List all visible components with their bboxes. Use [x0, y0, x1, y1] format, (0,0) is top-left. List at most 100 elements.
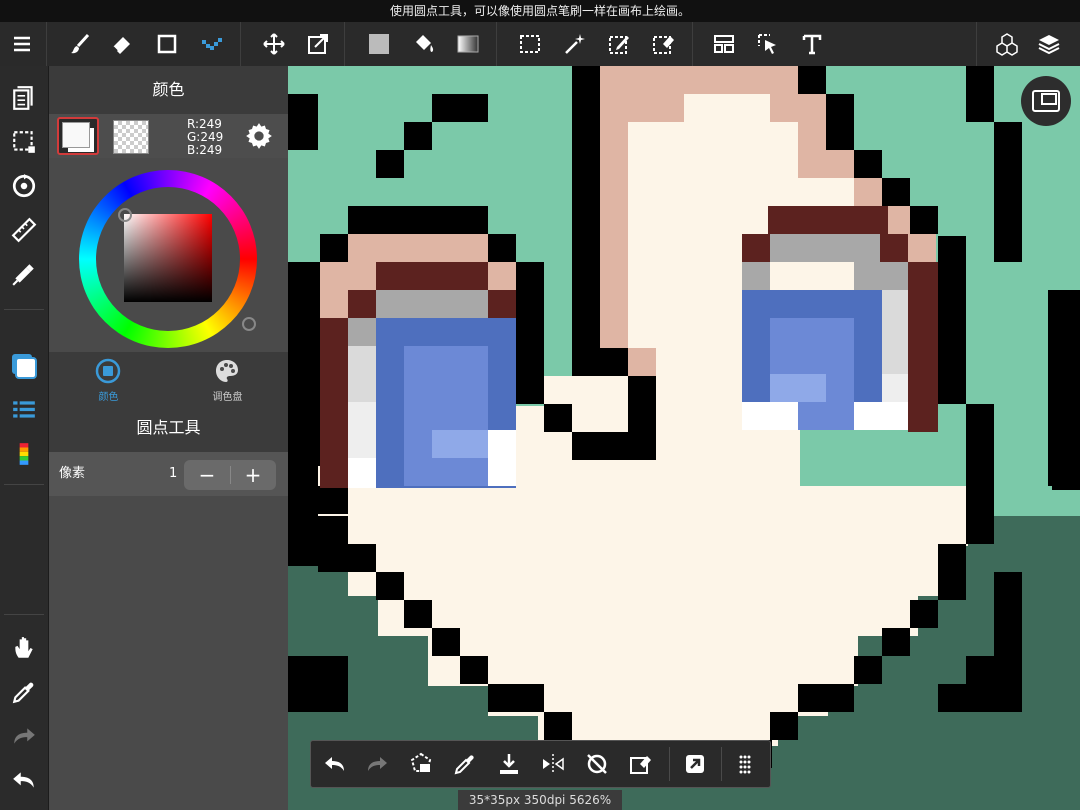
jaw-outline	[966, 404, 994, 544]
canvas-area[interactable]	[288, 66, 1080, 810]
move-icon[interactable]	[254, 22, 294, 66]
pixel-canvas[interactable]	[288, 66, 1080, 810]
jaw-outline	[376, 572, 404, 600]
flip-icon[interactable]	[533, 744, 573, 784]
hair-strand	[1048, 290, 1080, 490]
gear-icon[interactable]	[245, 122, 273, 150]
gradient-list-icon[interactable]	[4, 434, 44, 474]
palette-icon	[216, 360, 238, 382]
hair-outline	[600, 348, 628, 376]
selection-icon[interactable]	[510, 22, 550, 66]
hair-shade	[600, 122, 628, 348]
select-eraser-icon[interactable]	[643, 22, 683, 66]
pixel-decrease-button[interactable]: −	[184, 460, 230, 490]
left-eye-lid	[348, 206, 488, 234]
pixel-label: 像素	[59, 466, 86, 481]
eraser-icon[interactable]	[102, 22, 142, 66]
select-pen-icon[interactable]	[599, 22, 639, 66]
hint-bar: 使用圆点工具，可以像使用圆点笔刷一样在画布上绘画。	[0, 0, 1080, 22]
eyedropper-icon[interactable]	[4, 672, 44, 712]
hair-strand	[938, 684, 966, 712]
jaw-outline	[404, 600, 432, 628]
left-eye-shade	[348, 234, 488, 262]
redo-icon[interactable]	[4, 716, 44, 756]
right-eye-brown	[742, 234, 770, 262]
pixel-size-row: 像素 1 − +	[49, 452, 288, 496]
hair-shade	[770, 94, 826, 122]
jaw-outline	[938, 544, 966, 600]
color-wheel-area	[49, 158, 288, 352]
magic-wand-icon[interactable]	[555, 22, 595, 66]
erase-select-icon[interactable]	[621, 744, 661, 784]
ruler-icon[interactable]	[4, 210, 44, 250]
right-eye-shade	[908, 234, 936, 262]
layers-icon[interactable]	[1029, 22, 1069, 66]
side-panel: 颜色 R:249 G:249 B:249 颜色 调色盘 圆点工具 像素 1 −	[49, 66, 288, 810]
share-icon[interactable]	[675, 744, 715, 784]
hair-strand	[966, 656, 994, 712]
hand-icon[interactable]	[4, 628, 44, 668]
transform-icon[interactable]	[298, 22, 338, 66]
3d-model-icon[interactable]	[987, 22, 1027, 66]
pixel-value: 1	[169, 466, 178, 481]
fill-color-icon[interactable]	[359, 22, 399, 66]
hair-shade	[854, 178, 882, 206]
main-color-swatch[interactable]	[57, 117, 99, 155]
jaw-outline	[544, 712, 572, 740]
hair-outline	[798, 66, 826, 94]
panel-layout-icon[interactable]	[704, 22, 744, 66]
selection-clear-icon[interactable]	[401, 744, 441, 784]
navigator-icon	[1032, 90, 1060, 112]
text-icon[interactable]	[792, 22, 832, 66]
eyedropper-icon[interactable]	[445, 744, 485, 784]
rotate-reset-icon[interactable]	[577, 744, 617, 784]
bucket-icon[interactable]	[404, 22, 444, 66]
brush-list-icon[interactable]	[4, 390, 44, 430]
pixel-increase-button[interactable]: +	[230, 460, 276, 490]
color-swatch-row: R:249 G:249 B:249	[49, 114, 288, 158]
undo-icon[interactable]	[315, 744, 355, 784]
tab-color[interactable]: 颜色	[49, 352, 168, 404]
left-eye-white	[488, 430, 516, 486]
rotate-icon[interactable]	[4, 166, 44, 206]
hair-strand	[288, 94, 318, 150]
navigator-button[interactable]	[1021, 76, 1071, 126]
sv-knob[interactable]	[118, 208, 132, 222]
left-toolbar	[0, 66, 49, 810]
redo-icon[interactable]	[357, 744, 397, 784]
shape-icon[interactable]	[147, 22, 187, 66]
canvas-status: 35*35px 350dpi 5626%	[458, 790, 622, 810]
right-eye-highlight	[770, 374, 826, 402]
tab-palette[interactable]: 调色盘	[168, 352, 287, 404]
jaw-outline	[488, 684, 544, 712]
color-tabs: 颜色 调色盘	[49, 352, 288, 404]
jaw-outline	[318, 516, 348, 572]
bottom-toolbar	[310, 740, 771, 788]
operation-icon[interactable]	[748, 22, 788, 66]
save-icon[interactable]	[489, 744, 529, 784]
undo-icon[interactable]	[4, 760, 44, 800]
skin	[318, 486, 968, 546]
brush-icon[interactable]	[60, 22, 100, 66]
page-icon[interactable]	[4, 78, 44, 118]
transparent-color-swatch[interactable]	[113, 120, 149, 154]
right-eye-brown	[768, 206, 888, 234]
gradient-icon[interactable]	[448, 22, 488, 66]
hair-shade	[826, 150, 854, 178]
snap-icon[interactable]	[4, 254, 44, 294]
skin	[684, 94, 770, 122]
left-eye-lid	[516, 262, 544, 376]
background-light	[1022, 486, 1052, 516]
color-icon[interactable]	[4, 346, 44, 386]
hair-strand	[994, 122, 1022, 262]
left-eye-lid	[488, 234, 516, 262]
hue-knob[interactable]	[242, 317, 256, 331]
selection-toggle-icon[interactable]	[4, 122, 44, 162]
saturation-value-square[interactable]	[124, 214, 212, 302]
left-eye-lid	[288, 262, 320, 466]
menu-icon[interactable]	[2, 22, 42, 66]
left-eye-shade	[488, 262, 516, 290]
hair-shade	[628, 348, 656, 376]
dot-tool-icon[interactable]	[192, 22, 232, 66]
more-icon[interactable]	[725, 744, 765, 784]
